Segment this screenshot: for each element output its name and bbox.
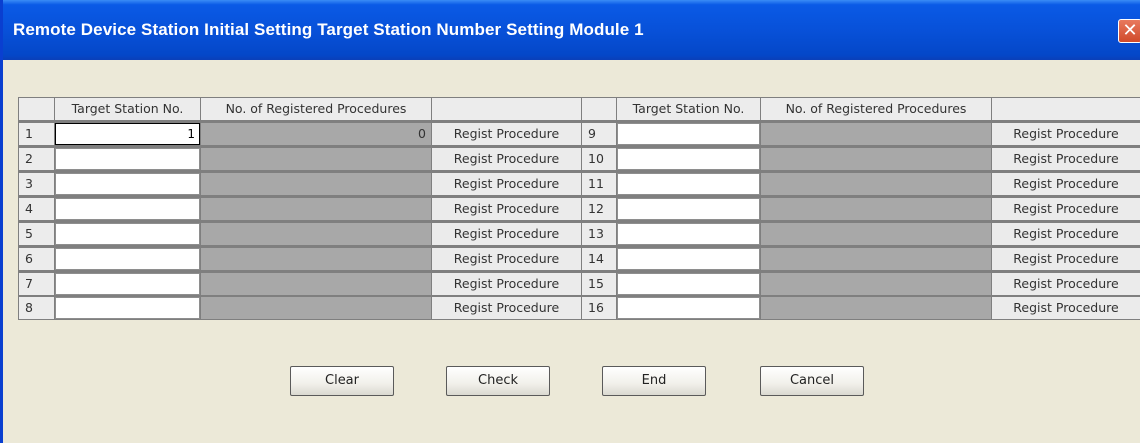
target-station-input[interactable] (617, 223, 760, 245)
header-action-left (432, 98, 581, 120)
row-number: 16 (582, 297, 616, 319)
row-number: 5 (19, 223, 54, 245)
row-number: 3 (19, 173, 54, 195)
registered-procedures-count (201, 273, 431, 295)
regist-procedure-button[interactable]: Regist Procedure (432, 198, 581, 220)
row-number: 4 (19, 198, 54, 220)
row-number: 7 (19, 273, 54, 295)
target-station-input[interactable]: 1 (55, 123, 200, 145)
station-table: Target Station No. No. of Registered Pro… (18, 97, 1140, 320)
regist-procedure-button[interactable]: Regist Procedure (432, 273, 581, 295)
target-station-input[interactable] (55, 173, 200, 195)
target-station-input[interactable] (617, 198, 760, 220)
registered-procedures-count (201, 297, 431, 319)
header-registered-procedures-right: No. of Registered Procedures (761, 98, 991, 120)
target-station-input[interactable] (55, 273, 200, 295)
row-number: 11 (582, 173, 616, 195)
registered-procedures-count (761, 148, 991, 170)
row-number: 13 (582, 223, 616, 245)
header-registered-procedures-left: No. of Registered Procedures (201, 98, 431, 120)
regist-procedure-button[interactable]: Regist Procedure (432, 148, 581, 170)
regist-procedure-button[interactable]: Regist Procedure (432, 297, 581, 319)
target-station-input[interactable] (55, 148, 200, 170)
target-station-input[interactable] (617, 173, 760, 195)
target-station-input[interactable] (617, 248, 760, 270)
corner-header-left (19, 98, 54, 120)
regist-procedure-button[interactable]: Regist Procedure (432, 173, 581, 195)
regist-procedure-button[interactable]: Regist Procedure (992, 198, 1140, 220)
registered-procedures-count (761, 123, 991, 145)
registered-procedures-count (201, 248, 431, 270)
regist-procedure-button[interactable]: Regist Procedure (992, 248, 1140, 270)
regist-procedure-button[interactable]: Regist Procedure (992, 273, 1140, 295)
target-station-input[interactable] (617, 123, 760, 145)
row-number: 1 (19, 123, 54, 145)
clear-button[interactable]: Clear (290, 366, 394, 396)
target-station-input[interactable] (55, 198, 200, 220)
regist-procedure-button[interactable]: Regist Procedure (432, 123, 581, 145)
regist-procedure-button[interactable]: Regist Procedure (992, 297, 1140, 319)
regist-procedure-button[interactable]: Regist Procedure (992, 148, 1140, 170)
row-number: 2 (19, 148, 54, 170)
registered-procedures-count (761, 223, 991, 245)
dialog-window: Remote Device Station Initial Setting Ta… (0, 0, 1140, 443)
target-station-input[interactable] (617, 148, 760, 170)
registered-procedures-count (201, 198, 431, 220)
registered-procedures-count (761, 273, 991, 295)
row-number: 10 (582, 148, 616, 170)
regist-procedure-button[interactable]: Regist Procedure (992, 123, 1140, 145)
window-title: Remote Device Station Initial Setting Ta… (13, 20, 644, 39)
row-number: 12 (582, 198, 616, 220)
close-icon[interactable]: ✕ (1118, 19, 1140, 43)
registered-procedures-count (761, 198, 991, 220)
registered-procedures-count (201, 173, 431, 195)
target-station-input[interactable] (55, 297, 200, 319)
target-station-input[interactable] (55, 248, 200, 270)
end-button[interactable]: End (602, 366, 706, 396)
row-number: 14 (582, 248, 616, 270)
regist-procedure-button[interactable]: Regist Procedure (432, 248, 581, 270)
registered-procedures-count (761, 173, 991, 195)
target-station-input[interactable] (617, 297, 760, 319)
header-target-station-right: Target Station No. (617, 98, 760, 120)
regist-procedure-button[interactable]: Regist Procedure (992, 173, 1140, 195)
header-action-right (992, 98, 1140, 120)
target-station-input[interactable] (55, 223, 200, 245)
regist-procedure-button[interactable]: Regist Procedure (992, 223, 1140, 245)
header-target-station-left: Target Station No. (55, 98, 200, 120)
corner-header-right (582, 98, 616, 120)
row-number: 6 (19, 248, 54, 270)
registered-procedures-count (761, 297, 991, 319)
regist-procedure-button[interactable]: Regist Procedure (432, 223, 581, 245)
row-number: 9 (582, 123, 616, 145)
cancel-button[interactable]: Cancel (760, 366, 864, 396)
registered-procedures-count: 0 (201, 123, 431, 145)
check-button[interactable]: Check (446, 366, 550, 396)
target-station-input[interactable] (617, 273, 760, 295)
row-number: 8 (19, 297, 54, 319)
row-number: 15 (582, 273, 616, 295)
registered-procedures-count (201, 148, 431, 170)
registered-procedures-count (761, 248, 991, 270)
registered-procedures-count (201, 223, 431, 245)
title-bar[interactable]: Remote Device Station Initial Setting Ta… (3, 0, 1140, 60)
